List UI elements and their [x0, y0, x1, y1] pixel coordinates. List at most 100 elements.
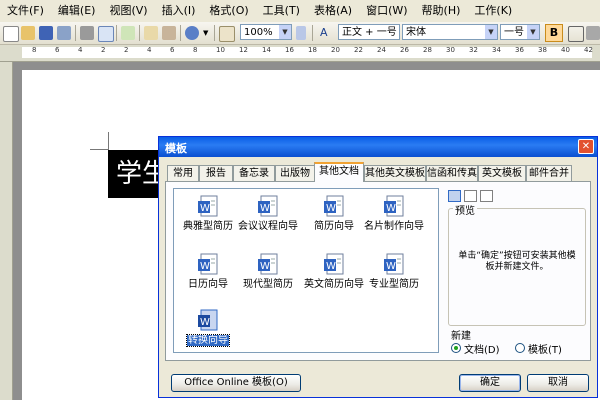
- open-icon[interactable]: [21, 26, 35, 40]
- chevron-down-icon[interactable]: ▼: [527, 25, 539, 39]
- radio-template[interactable]: [515, 343, 525, 353]
- svg-text:W: W: [200, 261, 210, 272]
- toolbar-separator: [116, 25, 117, 41]
- dialog-titlebar[interactable]: 模板 ✕: [159, 137, 597, 157]
- menu-format[interactable]: 格式(O): [202, 2, 255, 20]
- tab-reports[interactable]: 报告: [199, 165, 233, 181]
- tab-other-documents[interactable]: 其他文档: [314, 162, 364, 182]
- undo-icon[interactable]: [185, 26, 199, 40]
- word-template-icon: W: [198, 309, 218, 331]
- ruler-tick-label: 10: [216, 46, 225, 54]
- word-template-icon: W: [198, 195, 218, 217]
- style-combo[interactable]: 正文 + 一号: [338, 24, 400, 40]
- zoom-value: 100%: [244, 27, 273, 38]
- cancel-button[interactable]: 取消: [527, 374, 589, 392]
- ruler-track: [22, 47, 592, 58]
- template-item[interactable]: W 英文简历向导: [302, 253, 366, 290]
- format-painter-icon[interactable]: [162, 26, 176, 40]
- ruler-tick-label: 8: [32, 46, 37, 54]
- tab-english-templates[interactable]: 英文模板: [478, 165, 526, 181]
- menu-insert[interactable]: 插入(I): [155, 2, 203, 20]
- menu-window[interactable]: 窗口(W): [359, 2, 414, 20]
- toolbar-overflow-icon[interactable]: [586, 26, 600, 40]
- radio-document-label: 文档(D): [464, 345, 500, 356]
- tab-publications[interactable]: 出版物: [275, 165, 315, 181]
- toolbar-separator: [180, 25, 181, 41]
- toolbar-separator: [312, 25, 313, 41]
- ruler-tick-label: 34: [492, 46, 501, 54]
- ruler-tick-label: 12: [239, 46, 248, 54]
- close-icon[interactable]: ✕: [578, 139, 594, 154]
- menu-table[interactable]: 表格(A): [307, 2, 359, 20]
- ruler-tick-label: 28: [423, 46, 432, 54]
- template-list[interactable]: W 典雅型简历 W 会议议程向导 W 简历向导 W 名片制作向导 W 日历向导 …: [173, 188, 439, 353]
- template-label: 典雅型简历: [183, 221, 233, 232]
- details-view-icon[interactable]: [480, 190, 493, 202]
- menu-work[interactable]: 工作(K): [467, 2, 519, 20]
- list-view-icon[interactable]: [464, 190, 477, 202]
- ruler-tick-label: 2: [124, 46, 129, 54]
- template-item[interactable]: W 日历向导: [176, 253, 240, 290]
- bold-button[interactable]: B: [545, 24, 563, 42]
- word-template-icon: W: [198, 253, 218, 275]
- template-item-selected[interactable]: W 转换向导: [176, 309, 240, 347]
- menu-file[interactable]: 文件(F): [0, 2, 51, 20]
- tab-memos[interactable]: 备忘录: [233, 165, 275, 181]
- menu-view[interactable]: 视图(V): [102, 2, 154, 20]
- menu-edit[interactable]: 编辑(E): [51, 2, 103, 20]
- save-icon[interactable]: [39, 26, 53, 40]
- style-icon[interactable]: A: [320, 26, 334, 40]
- large-icons-view-icon[interactable]: [448, 190, 461, 202]
- template-label: 专业型简历: [369, 279, 419, 290]
- template-label: 转换向导: [186, 334, 230, 347]
- template-item[interactable]: W 现代型简历: [236, 253, 300, 290]
- ruler-tick-label: 14: [262, 46, 271, 54]
- word-template-icon: W: [258, 253, 278, 275]
- font-combo[interactable]: 宋体 ▼: [402, 24, 498, 40]
- template-item[interactable]: W 典雅型简历: [176, 195, 240, 232]
- chevron-down-icon[interactable]: ▼: [485, 25, 497, 39]
- preview-icon[interactable]: [98, 26, 114, 42]
- radio-document[interactable]: [451, 343, 461, 353]
- toolbar-separator: [75, 25, 76, 41]
- ruler-tick-label: 4: [147, 46, 152, 54]
- ruler-tick-label: 18: [308, 46, 317, 54]
- zoom-combo[interactable]: 100% ▼: [240, 24, 292, 40]
- permission-icon[interactable]: [57, 26, 71, 40]
- svg-text:W: W: [386, 261, 396, 272]
- horizontal-ruler[interactable]: 8 6 4 2 2 4 6 8 10 12 14 16 18 20 22 24 26 28 30 32 34 36 38 40…: [0, 45, 600, 62]
- template-label: 简历向导: [314, 221, 354, 232]
- drawing-icon[interactable]: [219, 26, 235, 42]
- size-value: 一号: [504, 27, 524, 38]
- svg-text:W: W: [260, 261, 270, 272]
- new-group: 新建 文档(D) 模板(T): [448, 327, 586, 356]
- ruler-tick-label: 6: [55, 46, 60, 54]
- svg-text:W: W: [200, 317, 210, 328]
- tab-other-english-templates[interactable]: 其他英文模板: [364, 165, 426, 181]
- template-item[interactable]: W 专业型简历: [362, 253, 426, 290]
- vertical-ruler[interactable]: [0, 62, 13, 400]
- menu-tools[interactable]: 工具(T): [256, 2, 307, 20]
- undo-dropdown-icon[interactable]: ▼: [203, 26, 211, 40]
- menu-help[interactable]: 帮助(H): [415, 2, 468, 20]
- tab-letters-faxes[interactable]: 信函和传真: [426, 165, 478, 181]
- office-online-button[interactable]: Office Online 模板(O): [171, 374, 301, 392]
- tab-mail-merge[interactable]: 邮件合并: [526, 165, 572, 181]
- paste-icon[interactable]: [144, 26, 158, 40]
- template-item[interactable]: W 名片制作向导: [362, 195, 426, 232]
- italic-icon[interactable]: [568, 26, 584, 42]
- template-item[interactable]: W 简历向导: [302, 195, 366, 232]
- template-item[interactable]: W 会议议程向导: [236, 195, 300, 232]
- chevron-down-icon[interactable]: ▼: [279, 25, 291, 39]
- template-label: 名片制作向导: [364, 221, 424, 232]
- spell-icon[interactable]: [121, 26, 135, 40]
- ruler-tick-label: 32: [469, 46, 478, 54]
- help-icon[interactable]: [296, 26, 306, 40]
- ok-button[interactable]: 确定: [459, 374, 521, 392]
- new-doc-icon[interactable]: [3, 26, 19, 42]
- toolbar-separator: [139, 25, 140, 41]
- print-icon[interactable]: [80, 26, 94, 40]
- tab-common[interactable]: 常用: [167, 165, 199, 181]
- preview-label: 预览: [453, 202, 477, 217]
- size-combo[interactable]: 一号 ▼: [500, 24, 540, 40]
